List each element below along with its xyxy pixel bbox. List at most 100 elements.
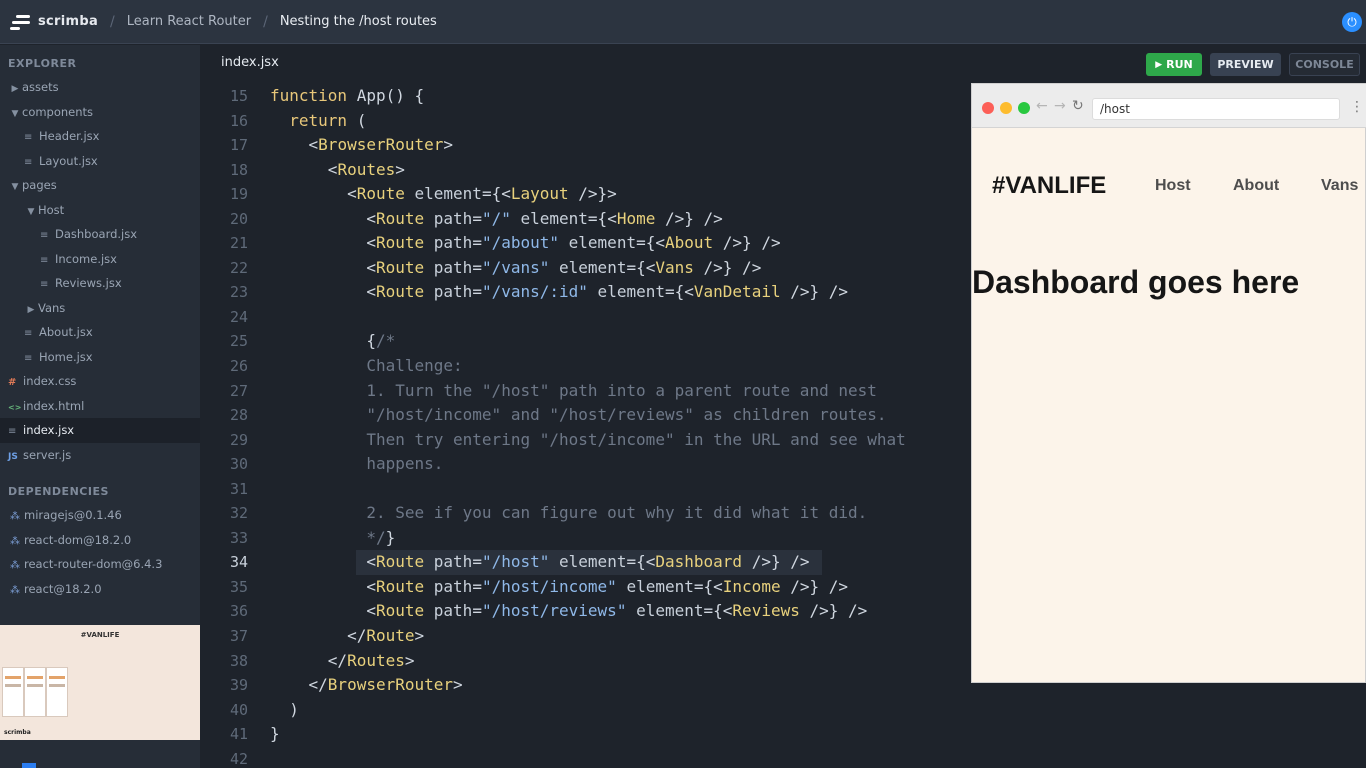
folder-components[interactable]: ▼ components <box>0 100 200 125</box>
code-token: />}> <box>568 184 617 204</box>
code-line[interactable]: 26 Challenge: <box>200 354 970 379</box>
code-line[interactable]: 41} <box>200 722 970 747</box>
kebab-menu-icon[interactable]: ⋮ <box>1350 99 1364 115</box>
breadcrumb-course[interactable]: Learn React Router <box>127 14 251 29</box>
code-line[interactable]: 30 happens. <box>200 452 970 477</box>
file-icon: ≡ <box>24 328 33 339</box>
folder-assets[interactable]: ▶ assets <box>0 75 200 100</box>
back-arrow-icon[interactable]: ← <box>1036 98 1048 114</box>
file-server-js[interactable]: JS server.js <box>0 443 200 468</box>
file-header-jsx[interactable]: ≡ Header.jsx <box>0 124 200 149</box>
line-number: 36 <box>229 602 248 621</box>
dependencies-title: DEPENDENCIES <box>8 485 109 498</box>
code-line[interactable]: 22 <Route path="/vans" element={<Vans />… <box>200 256 970 281</box>
code-token: "/vans/:id" <box>481 282 588 302</box>
code-line[interactable]: 36 <Route path="/host/reviews" element={… <box>200 599 970 624</box>
file-income-jsx[interactable]: ≡ Income.jsx <box>0 247 200 272</box>
nav-link-host[interactable]: Host <box>1155 177 1191 195</box>
code-text: <Route path="/host" element={<Dashboard … <box>270 550 809 575</box>
close-window-icon[interactable] <box>982 102 994 114</box>
file-tree: ▶ assets ▼ components ≡ Header.jsx ≡ Layout.jsx… <box>0 75 200 467</box>
dependency-item[interactable]: ⁂ react-dom@18.2.0 <box>0 528 200 553</box>
power-icon[interactable]: ⏻ <box>1342 12 1362 32</box>
maximize-window-icon[interactable] <box>1018 102 1030 114</box>
nav-link-vans[interactable]: Vans <box>1321 177 1358 195</box>
code-token: path <box>424 208 473 228</box>
file-home-jsx[interactable]: ≡ Home.jsx <box>0 345 200 370</box>
code-line[interactable]: 35 <Route path="/host/income" element={<… <box>200 575 970 600</box>
code-line[interactable]: 21 <Route path="/about" element={<About … <box>200 231 970 256</box>
minimize-window-icon[interactable] <box>1000 102 1012 114</box>
code-token: Route <box>375 576 425 596</box>
css-file-icon: # <box>8 377 17 388</box>
console-button[interactable]: CONSOLE <box>1289 53 1360 76</box>
code-line[interactable]: 40 ) <box>200 698 970 723</box>
code-line[interactable]: 39 </BrowserRouter> <box>200 673 970 698</box>
code-text: function App() { <box>270 84 424 109</box>
run-button[interactable]: ▶ RUN <box>1146 53 1202 76</box>
code-token: = <box>472 257 482 277</box>
code-token: ={< <box>587 208 617 228</box>
dependency-item[interactable]: ⁂ miragejs@0.1.46 <box>0 503 200 528</box>
dependency-item[interactable]: ⁂ react-router-dom@6.4.3 <box>0 552 200 577</box>
code-line[interactable]: 37 </Route> <box>200 624 970 649</box>
folder-pages[interactable]: ▼ pages <box>0 173 200 198</box>
folder-vans[interactable]: ▶ Vans <box>0 296 200 321</box>
chevron-down-icon: ▼ <box>11 108 19 119</box>
code-line[interactable]: 23 <Route path="/vans/:id" element={<Van… <box>200 280 970 305</box>
code-token: Route <box>375 208 425 228</box>
video-thumbnail[interactable]: #VANLIFE scrimba <box>0 625 200 740</box>
code-token: Route <box>375 552 425 572</box>
code-line[interactable]: 34 <Route path="/host" element={<Dashboa… <box>200 550 970 575</box>
code-text: "/host/income" and "/host/reviews" as ch… <box>270 403 886 428</box>
breadcrumb-separator: / <box>110 13 115 30</box>
nav-link-about[interactable]: About <box>1233 177 1279 195</box>
scrimba-logo[interactable]: scrimba <box>0 0 98 44</box>
file-dashboard-jsx[interactable]: ≡ Dashboard.jsx <box>0 222 200 247</box>
file-index-html[interactable]: <> index.html <box>0 394 200 419</box>
file-icon: ≡ <box>40 230 49 241</box>
code-line[interactable]: 15 function App() { <box>200 84 970 109</box>
code-token: ={< <box>703 601 733 621</box>
folder-host[interactable]: ▼ Host <box>0 198 200 223</box>
code-line[interactable]: 25 {/* <box>200 329 970 354</box>
file-about-jsx[interactable]: ≡ About.jsx <box>0 320 200 345</box>
package-icon: ⁂ <box>10 535 20 547</box>
site-brand[interactable]: #VANLIFE <box>992 172 1106 200</box>
code-text: Challenge: <box>270 354 462 379</box>
code-line[interactable]: 24 <box>200 305 970 330</box>
dependency-item[interactable]: ⁂ react@18.2.0 <box>0 577 200 602</box>
code-line[interactable]: 38 </Routes> <box>200 649 970 674</box>
code-line[interactable]: 28 "/host/income" and "/host/reviews" as… <box>200 403 970 428</box>
tree-item-label: components <box>22 104 94 119</box>
code-text: ) <box>270 698 299 723</box>
code-line[interactable]: 33 */} <box>200 526 970 551</box>
code-line[interactable]: 19 <Route element={<Layout />}> <box>200 182 970 207</box>
code-line[interactable]: 18 <Routes> <box>200 158 970 183</box>
code-area[interactable]: 15 function App() {16 return (17 <Browser… <box>200 84 970 768</box>
forward-arrow-icon[interactable]: → <box>1054 98 1066 114</box>
reload-icon[interactable]: ↻ <box>1072 98 1084 114</box>
code-line[interactable]: 31 <box>200 477 970 502</box>
file-layout-jsx[interactable]: ≡ Layout.jsx <box>0 149 200 174</box>
code-line[interactable]: 17 <BrowserRouter> <box>200 133 970 158</box>
code-text: <Route path="/vans/:id" element={<VanDet… <box>270 280 848 305</box>
code-line[interactable]: 42 <box>200 747 970 768</box>
code-line[interactable]: 16 return ( <box>200 109 970 134</box>
code-line[interactable]: 20 <Route path="/" element={<Home />} /> <box>200 207 970 232</box>
line-number: 37 <box>229 627 248 646</box>
file-index-jsx[interactable]: ≡ index.jsx <box>0 418 200 443</box>
code-text: <Route path="/" element={<Home />} /> <box>270 207 722 232</box>
code-line[interactable]: 32 2. See if you can figure out why it d… <box>200 501 970 526</box>
file-reviews-jsx[interactable]: ≡ Reviews.jsx <box>0 271 200 296</box>
code-line[interactable]: 29 Then try entering "/host/income" in t… <box>200 428 970 453</box>
preview-button[interactable]: PREVIEW <box>1210 53 1281 76</box>
code-token: BrowserRouter <box>327 675 454 695</box>
code-line[interactable]: 27 1. Turn the "/host" path into a paren… <box>200 379 970 404</box>
chevron-down-icon: ▼ <box>27 206 35 217</box>
editor-tab-index-jsx[interactable]: index.jsx <box>221 55 279 70</box>
file-index-css[interactable]: # index.css <box>0 369 200 394</box>
thumbnail-title: #VANLIFE <box>80 631 120 639</box>
code-token: < <box>270 159 338 179</box>
url-bar[interactable]: /host <box>1092 98 1340 120</box>
